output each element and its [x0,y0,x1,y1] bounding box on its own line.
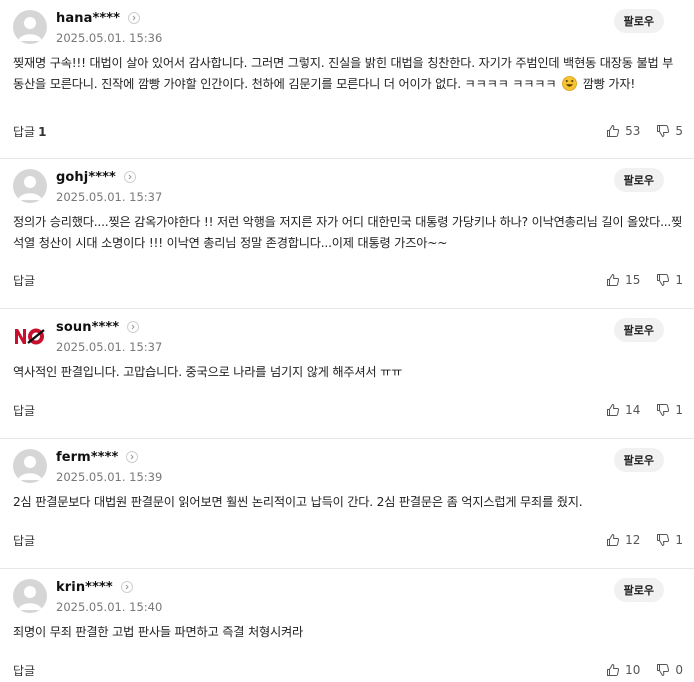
thumbs-down-icon [657,404,670,416]
profile-icon[interactable] [13,579,47,613]
reply-label: 답글 [13,273,36,288]
follow-button[interactable]: 팔로우 [613,168,664,192]
comment-item: soun**** 2025.05.01. 15:37 팔로우 역사적인 판결입니… [0,309,694,439]
like-button[interactable]: 15 [606,273,640,287]
chevron-right-icon[interactable] [120,581,133,593]
dislike-button[interactable]: 5 [656,124,683,138]
nickname[interactable]: soun**** [56,320,119,335]
nickname[interactable]: krin**** [56,580,113,595]
comment-date: 2025.05.01. 15:36 [56,31,163,45]
follow-button[interactable]: 팔로우 [613,578,664,602]
comment-date: 2025.05.01. 15:37 [56,340,163,354]
like-button[interactable]: 10 [606,663,640,677]
follow-button[interactable]: 팔로우 [613,318,664,342]
profile-icon[interactable] [13,10,47,44]
no-logo-icon[interactable] [13,319,47,353]
dislike-count: 1 [675,533,683,547]
reply-button[interactable]: 답글 [13,532,35,549]
dislike-button[interactable]: 1 [656,533,683,547]
comment-date: 2025.05.01. 15:40 [56,600,163,614]
thumbs-up-icon [607,274,620,286]
comment-date: 2025.05.01. 15:37 [56,190,163,204]
like-button[interactable]: 12 [606,533,640,547]
like-count: 12 [625,533,641,547]
comment-date: 2025.05.01. 15:39 [56,470,163,484]
dislike-count: 5 [675,124,683,138]
comment-item: hana**** 2025.05.01. 15:36 팔로우 찢재명 구속!!!… [0,0,694,159]
thumbs-down-icon [657,125,670,137]
profile-icon[interactable] [13,449,47,483]
follow-button[interactable]: 팔로우 [613,448,664,472]
chevron-right-icon[interactable] [127,321,140,333]
comment-text: 2심 판결문보다 대법원 판결문이 읽어보면 훨씬 논리적이고 납득이 간다. … [13,495,583,509]
chevron-right-icon[interactable] [126,451,139,463]
reply-label: 답글 [13,124,36,139]
thumbs-down-icon [657,274,670,286]
dislike-count: 0 [675,663,683,677]
reply-label: 답글 [13,533,36,548]
thumbs-up-icon [607,404,620,416]
nickname[interactable]: gohj**** [56,170,116,185]
dislike-count: 1 [675,273,683,287]
comment-text: 죄명이 무죄 판결한 고법 판사들 파면하고 즉결 처형시켜라 [13,625,304,639]
thumbs-up-icon [607,664,620,676]
follow-button[interactable]: 팔로우 [613,9,664,33]
dislike-button[interactable]: 1 [656,403,683,417]
nickname[interactable]: ferm**** [56,450,118,465]
thumbs-up-icon [607,125,620,137]
laughing-emoji-icon [562,76,577,98]
like-count: 53 [625,124,641,138]
thumbs-down-icon [657,534,670,546]
comment-text: 찢재명 구속!!! 대법이 살아 있어서 감사합니다. 그러면 그렇지. 진실을… [13,53,683,98]
comment-item: ferm**** 2025.05.01. 15:39 팔로우 2심 판결문보다 … [0,439,694,569]
comment-item: krin**** 2025.05.01. 15:40 팔로우 죄명이 무죄 판결… [0,569,694,682]
reply-button[interactable]: 답글 [13,402,35,419]
chevron-right-icon[interactable] [128,12,141,24]
like-button[interactable]: 14 [606,403,640,417]
thumbs-down-icon [657,664,670,676]
like-count: 14 [625,403,641,417]
like-count: 10 [625,663,641,677]
comment-item: gohj**** 2025.05.01. 15:37 팔로우 정의가 승리했다.… [0,159,694,309]
reply-label: 답글 [13,663,36,678]
nickname[interactable]: hana**** [56,11,120,26]
chevron-right-icon[interactable] [123,171,136,183]
like-count: 15 [625,273,641,287]
reply-button[interactable]: 답글 [13,272,35,289]
comment-list: hana**** 2025.05.01. 15:36 팔로우 찢재명 구속!!!… [0,0,694,682]
comment-text: 정의가 승리했다....찢은 감옥가야한다 !! 저런 악행을 저지른 자가 어… [13,215,683,250]
comment-text: 역사적인 판결입니다. 고맙습니다. 중국으로 나라를 넘기지 않게 해주셔서 … [13,365,403,379]
comment-text-part: 깜빵 가자! [579,77,636,91]
thumbs-up-icon [607,534,620,546]
profile-icon[interactable] [13,169,47,203]
reply-count: 1 [38,124,47,139]
like-button[interactable]: 53 [606,124,640,138]
dislike-count: 1 [675,403,683,417]
reply-button[interactable]: 답글 [13,662,35,679]
reply-button[interactable]: 답글 1 [13,123,46,140]
reply-label: 답글 [13,403,36,418]
dislike-button[interactable]: 1 [656,273,683,287]
dislike-button[interactable]: 0 [656,663,683,677]
